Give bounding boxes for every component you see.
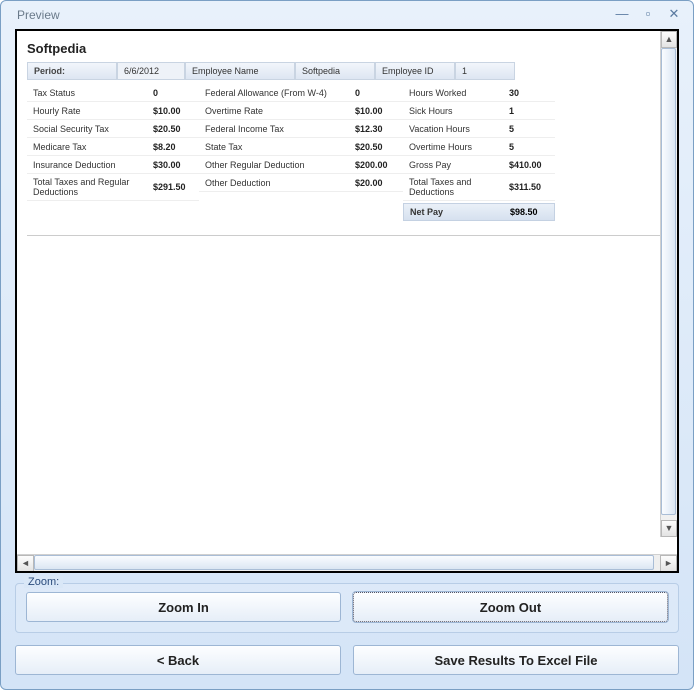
- close-button[interactable]: ✕: [663, 7, 685, 23]
- back-button[interactable]: < Back: [15, 645, 341, 675]
- table-row: Medicare Tax$8.20: [27, 138, 199, 156]
- vscroll-track[interactable]: [661, 48, 677, 520]
- table-row: Insurance Deduction$30.00: [27, 156, 199, 174]
- column-2: Federal Allowance (From W-4)0 Overtime R…: [199, 84, 403, 221]
- period-label: Period:: [27, 62, 117, 80]
- minimize-button[interactable]: —: [611, 7, 633, 23]
- table-row: Total Taxes and Regular Deductions$291.5…: [27, 174, 199, 201]
- titlebar: Preview — ▫ ✕: [1, 1, 693, 29]
- scroll-down-icon[interactable]: ▼: [661, 520, 677, 537]
- table-row: Sick Hours1: [403, 102, 555, 120]
- hscroll-track[interactable]: [34, 555, 660, 572]
- hscroll-thumb[interactable]: [34, 555, 654, 570]
- vertical-scrollbar[interactable]: ▲ ▼: [660, 31, 677, 537]
- empid-value: 1: [455, 62, 515, 80]
- table-row: State Tax$20.50: [199, 138, 403, 156]
- net-pay-row: Net Pay $98.50: [403, 203, 555, 221]
- table-row: Total Taxes and Deductions$311.50: [403, 174, 555, 201]
- preview-frame: Softpedia Period: 6/6/2012 Employee Name…: [15, 29, 679, 573]
- table-row: Other Regular Deduction$200.00: [199, 156, 403, 174]
- table-row: Hourly Rate$10.00: [27, 102, 199, 120]
- vscroll-thumb[interactable]: [661, 48, 676, 515]
- column-1: Tax Status0 Hourly Rate$10.00 Social Sec…: [27, 84, 199, 221]
- horizontal-scrollbar[interactable]: ◄ ►: [17, 554, 677, 571]
- period-value: 6/6/2012: [117, 62, 185, 80]
- table-row: Federal Allowance (From W-4)0: [199, 84, 403, 102]
- zoom-legend: Zoom:: [24, 576, 63, 588]
- header-row: Period: 6/6/2012 Employee Name Softpedia…: [27, 62, 667, 80]
- scroll-left-icon[interactable]: ◄: [17, 555, 34, 572]
- scroll-up-icon[interactable]: ▲: [661, 31, 677, 48]
- table-row: Tax Status0: [27, 84, 199, 102]
- empid-label: Employee ID: [375, 62, 455, 80]
- table-row: Overtime Rate$10.00: [199, 102, 403, 120]
- maximize-button[interactable]: ▫: [637, 7, 659, 23]
- table-row: Federal Income Tax$12.30: [199, 120, 403, 138]
- data-block: Tax Status0 Hourly Rate$10.00 Social Sec…: [27, 84, 667, 221]
- content-area: Softpedia Period: 6/6/2012 Employee Name…: [1, 29, 693, 689]
- bottom-buttons: < Back Save Results To Excel File: [15, 645, 679, 675]
- company-name: Softpedia: [27, 41, 667, 56]
- table-row: Hours Worked30: [403, 84, 555, 102]
- preview-window: Preview — ▫ ✕ Softpedia Period: 6/6/2012…: [0, 0, 694, 690]
- zoom-in-button[interactable]: Zoom In: [26, 592, 341, 622]
- empname-label: Employee Name: [185, 62, 295, 80]
- preview-document: Softpedia Period: 6/6/2012 Employee Name…: [17, 31, 677, 554]
- zoom-group: Zoom: Zoom In Zoom Out: [15, 583, 679, 633]
- zoom-out-button[interactable]: Zoom Out: [353, 592, 668, 622]
- table-row: Other Deduction$20.00: [199, 174, 403, 192]
- save-excel-button[interactable]: Save Results To Excel File: [353, 645, 679, 675]
- table-row: Overtime Hours5: [403, 138, 555, 156]
- empname-value: Softpedia: [295, 62, 375, 80]
- table-row: Vacation Hours5: [403, 120, 555, 138]
- table-row: Social Security Tax$20.50: [27, 120, 199, 138]
- scroll-right-icon[interactable]: ►: [660, 555, 677, 572]
- divider: [27, 235, 667, 237]
- table-row: Gross Pay$410.00: [403, 156, 555, 174]
- window-title: Preview: [9, 8, 607, 22]
- column-3: Hours Worked30 Sick Hours1 Vacation Hour…: [403, 84, 555, 221]
